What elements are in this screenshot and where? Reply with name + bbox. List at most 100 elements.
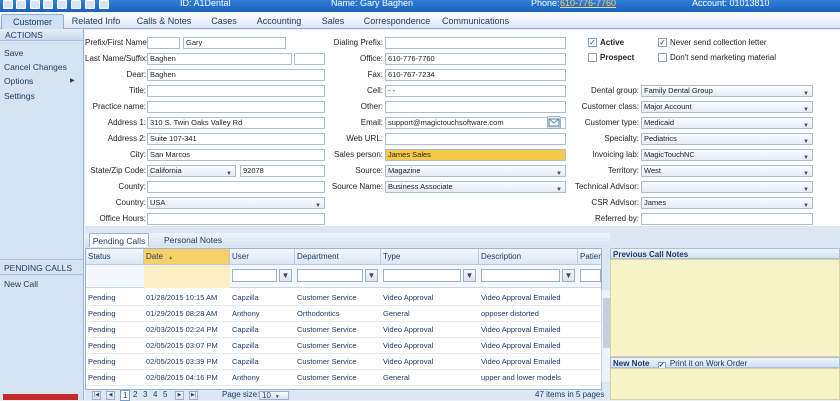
- filter-icon[interactable]: ▼: [562, 269, 575, 282]
- email-field[interactable]: support@magictouchsoftware.com: [385, 117, 566, 129]
- office-hours-field[interactable]: [147, 213, 325, 225]
- address2-field[interactable]: Suite 107-341: [147, 133, 325, 145]
- user-filter-input[interactable]: [232, 269, 277, 282]
- specialty-dropdown[interactable]: Pediatrics ▼: [641, 133, 813, 145]
- first-name-field[interactable]: Gary: [183, 37, 286, 49]
- image-icon[interactable]: [71, 0, 81, 9]
- type-filter-input[interactable]: [383, 269, 461, 282]
- last-page-icon[interactable]: ▶|: [189, 391, 198, 400]
- filter-icon[interactable]: ▼: [279, 269, 292, 282]
- territory-dropdown[interactable]: West ▼: [641, 165, 813, 177]
- title-label: Title:: [128, 86, 146, 95]
- zip-code-field[interactable]: 92078: [240, 165, 325, 177]
- office-phone-field[interactable]: 610-776-7760: [385, 53, 566, 65]
- new-note-textarea[interactable]: [610, 368, 840, 400]
- tab-related-info[interactable]: Related Info: [68, 14, 124, 29]
- county-field[interactable]: [147, 181, 325, 193]
- sales-person-field[interactable]: James Sales: [385, 149, 566, 161]
- dental-group-dropdown[interactable]: Family Dental Group ▼: [641, 85, 813, 97]
- customer-form: Prefix/First Name: Gary Last Name/Suffix…: [85, 30, 840, 226]
- suffix-field[interactable]: [294, 53, 325, 65]
- other-phone-field[interactable]: [385, 101, 566, 113]
- table-row[interactable]: Pending 02/05/2015 03:07 PM Capzilla Cus…: [86, 338, 601, 354]
- tab-calls-notes[interactable]: Calls & Notes: [131, 14, 197, 29]
- country-dropdown[interactable]: USA ▼: [147, 197, 325, 209]
- dear-label: Dear:: [126, 70, 146, 79]
- practice-name-field[interactable]: [147, 101, 325, 113]
- customer-type-dropdown[interactable]: Medicaid ▼: [641, 117, 813, 129]
- table-row[interactable]: Pending 02/03/2015 02:24 PM Capzilla Cus…: [86, 322, 601, 338]
- page-number[interactable]: 2: [133, 390, 137, 399]
- table-row[interactable]: Pending 01/28/2015 10:15 AM Capzilla Cus…: [86, 290, 601, 306]
- state-dropdown[interactable]: California ▼: [147, 165, 236, 177]
- info-icon[interactable]: [30, 0, 40, 9]
- tab-customer[interactable]: Customer: [1, 14, 64, 29]
- save-action[interactable]: Save: [4, 48, 23, 58]
- forward-icon[interactable]: [85, 0, 95, 9]
- city-field[interactable]: San Marcos: [147, 149, 325, 161]
- table-row[interactable]: Pending 02/08/2015 04:16 PM Anthony Cust…: [86, 370, 601, 386]
- csr-advisor-value: James: [644, 198, 667, 207]
- user-icon[interactable]: [3, 0, 13, 9]
- settings-action[interactable]: Settings: [4, 91, 35, 101]
- filter-icon[interactable]: ▼: [365, 269, 378, 282]
- column-header-patient[interactable]: Patient: [578, 249, 601, 265]
- home-icon[interactable]: [99, 0, 109, 9]
- source-dropdown[interactable]: Magazine ▼: [385, 165, 566, 177]
- technical-advisor-dropdown[interactable]: ▼: [641, 181, 813, 193]
- print-icon[interactable]: [43, 0, 53, 9]
- table-row[interactable]: Pending 02/05/2015 03:39 PM Capzilla Cus…: [86, 354, 601, 370]
- first-page-icon[interactable]: |◀: [92, 391, 101, 400]
- tab-cases[interactable]: Cases: [206, 14, 242, 29]
- description-filter-input[interactable]: [481, 269, 560, 282]
- next-page-icon[interactable]: ▶: [175, 391, 184, 400]
- last-name-field[interactable]: Baghen: [147, 53, 292, 65]
- prospect-checkbox[interactable]: [588, 53, 597, 62]
- previous-page-icon[interactable]: ◀: [106, 391, 115, 400]
- referred-by-field[interactable]: [641, 213, 813, 225]
- never-send-collection-checkbox[interactable]: ✓: [658, 38, 667, 47]
- customer-class-dropdown[interactable]: Major Account ▼: [641, 101, 813, 113]
- active-checkbox[interactable]: ✓: [588, 38, 597, 47]
- column-header-status[interactable]: Status: [86, 249, 144, 265]
- cell-field[interactable]: - -: [385, 85, 566, 97]
- source-name-dropdown[interactable]: Business Associate ▼: [385, 181, 566, 193]
- phone-link[interactable]: 610-776-7760: [560, 0, 616, 8]
- tab-communications[interactable]: Communications: [442, 14, 509, 29]
- page-number[interactable]: 3: [143, 390, 147, 399]
- column-header-department[interactable]: Department: [295, 249, 381, 265]
- scrollbar-thumb[interactable]: [603, 298, 610, 348]
- previous-call-notes-area[interactable]: [610, 259, 840, 357]
- grid-vertical-scrollbar[interactable]: [601, 290, 610, 382]
- column-header-description[interactable]: Description: [479, 249, 578, 265]
- mail-icon[interactable]: [57, 0, 67, 9]
- title-field[interactable]: [147, 85, 325, 97]
- csr-advisor-dropdown[interactable]: James ▼: [641, 197, 813, 209]
- table-row[interactable]: Pending 01/29/2015 08:28 AM Anthony Orth…: [86, 306, 601, 322]
- dialing-prefix-field[interactable]: [385, 37, 566, 49]
- filter-icon[interactable]: ▼: [463, 269, 476, 282]
- tab-pending-calls[interactable]: Pending Calls: [89, 233, 149, 247]
- tab-personal-notes[interactable]: Personal Notes: [157, 233, 229, 247]
- no-marketing-checkbox[interactable]: [658, 53, 667, 62]
- fax-field[interactable]: 610-767-7234: [385, 69, 566, 81]
- new-call-action[interactable]: New Call: [4, 279, 38, 289]
- page-number[interactable]: 4: [153, 390, 157, 399]
- address1-field[interactable]: 310 S. Twin Oaks Valley Rd: [147, 117, 325, 129]
- options-action[interactable]: Options: [4, 76, 33, 86]
- column-header-date[interactable]: Date ▲: [144, 249, 230, 265]
- dear-field[interactable]: Baghen: [147, 69, 325, 81]
- department-filter-input[interactable]: [297, 269, 363, 282]
- column-header-user[interactable]: User: [230, 249, 295, 265]
- cancel-changes-action[interactable]: Cancel Changes: [4, 62, 67, 72]
- patient-filter-input[interactable]: [580, 269, 601, 282]
- column-header-type[interactable]: Type: [381, 249, 479, 265]
- invoicing-lab-dropdown[interactable]: MagicTouchNC ▼: [641, 149, 813, 161]
- page-size-dropdown[interactable]: 10 ▼: [259, 391, 289, 400]
- tools-icon[interactable]: [16, 0, 26, 9]
- web-url-field[interactable]: [385, 133, 566, 145]
- page-number[interactable]: 5: [163, 390, 167, 399]
- prefix-field[interactable]: [147, 37, 180, 49]
- tab-accounting[interactable]: Accounting: [252, 14, 306, 29]
- page-number-current[interactable]: 1: [120, 390, 131, 401]
